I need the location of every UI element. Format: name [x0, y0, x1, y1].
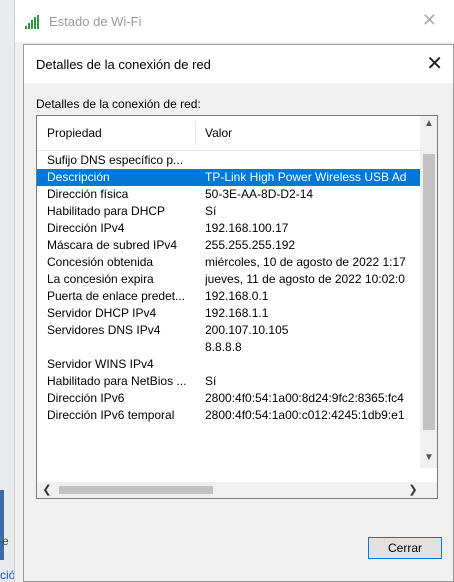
wifi-status-titlebar: Estado de Wi-Fi ✕ [15, 0, 454, 42]
list-rows: Sufijo DNS específico p... Descripción TP… [37, 152, 425, 424]
row-property: Sufijo DNS específico p... [47, 153, 184, 167]
row-property: La concesión expira [47, 272, 154, 286]
row-value: TP-Link High Power Wireless USB Ad [205, 170, 407, 184]
row-property: Dirección IPv6 [47, 391, 125, 405]
dialog-title: Detalles de la conexión de red [36, 57, 211, 72]
row-value: 50-3E-AA-8D-D2-14 [205, 187, 314, 201]
list-row-selected[interactable]: Descripción TP-Link High Power Wireless U… [37, 169, 425, 186]
network-details-dialog: Detalles de la conexión de red ✕ Detalle… [23, 44, 454, 582]
row-property: Servidor WINS IPv4 [47, 357, 154, 371]
list-row[interactable]: Servidor WINS IPv4 [37, 356, 425, 373]
list-row[interactable]: Sufijo DNS específico p... [37, 152, 425, 169]
list-row[interactable]: Dirección IPv6 2800:4f0:54:1a00:8d24:9fc2… [37, 390, 425, 407]
list-row[interactable]: Habilitado para NetBios ... Sí [37, 373, 425, 390]
horizontal-scroll-thumb[interactable] [59, 486, 213, 494]
row-value: 200.107.10.105 [205, 323, 289, 337]
row-value: 192.168.1.1 [205, 306, 269, 320]
column-header-property[interactable]: Propiedad [47, 126, 102, 140]
row-property: Descripción [47, 170, 110, 184]
row-property: Dirección física [47, 187, 129, 201]
background-side-text: e [2, 534, 9, 548]
list-row[interactable]: Servidores DNS IPv4 200.107.10.105 [37, 322, 425, 339]
wifi-status-title: Estado de Wi-Fi [49, 14, 142, 29]
row-property: Dirección IPv4 [47, 221, 125, 235]
chevron-up-icon[interactable]: ▲ [421, 118, 437, 134]
list-row[interactable]: Dirección IPv4 192.168.100.17 [37, 220, 425, 237]
row-property: Dirección IPv6 temporal [47, 408, 175, 422]
list-row[interactable]: Dirección física 50-3E-AA-8D-D2-14 [37, 186, 425, 203]
row-value: 2800:4f0:54:1a00:c012:4245:1db9:e1 [205, 408, 405, 422]
row-property: Concesión obtenida [47, 255, 154, 269]
column-separator[interactable] [195, 121, 196, 145]
dialog-titlebar: Detalles de la conexión de red ✕ [24, 45, 453, 83]
list-row[interactable]: La concesión expira jueves, 11 de agosto … [37, 271, 425, 288]
row-property: Máscara de subred IPv4 [47, 238, 178, 252]
row-property: Puerta de enlace predet... [47, 289, 186, 303]
list-row[interactable]: 8.8.8.8 [37, 339, 425, 356]
close-button[interactable]: Cerrar [368, 537, 442, 559]
row-value: Sí [205, 204, 217, 218]
row-property: Habilitado para NetBios ... [47, 374, 187, 388]
row-value: 192.168.0.1 [205, 289, 269, 303]
chevron-down-icon[interactable]: ▼ [421, 452, 437, 468]
list-row[interactable]: Máscara de subred IPv4 255.255.255.192 [37, 237, 425, 254]
chevron-left-icon[interactable]: ❮ [39, 483, 55, 497]
wifi-signal-icon [25, 15, 39, 29]
vertical-scroll-thumb[interactable] [423, 154, 435, 430]
details-listview[interactable]: Propiedad Valor Sufijo DNS específico p.… [36, 115, 438, 499]
background-window-edge [0, 0, 14, 582]
row-property: Servidores DNS IPv4 [47, 323, 161, 337]
details-section-label: Detalles de la conexión de red: [36, 97, 201, 111]
row-value: 192.168.100.17 [205, 221, 289, 235]
dialog-close-icon[interactable]: ✕ [426, 51, 443, 76]
chevron-right-icon[interactable]: ❯ [405, 483, 421, 497]
list-row[interactable]: Servidor DHCP IPv4 192.168.1.1 [37, 305, 425, 322]
list-row[interactable]: Concesión obtenida miércoles, 10 de agost… [37, 254, 425, 271]
vertical-scrollbar[interactable]: ▲ ▼ [420, 116, 437, 468]
list-header: Propiedad Valor [37, 116, 425, 151]
row-value: 8.8.8.8 [205, 340, 242, 354]
background-accent [0, 490, 4, 560]
row-property: Habilitado para DHCP [47, 204, 166, 218]
row-value: 255.255.255.192 [205, 238, 296, 252]
list-row[interactable]: Dirección IPv6 temporal 2800:4f0:54:1a00:… [37, 407, 425, 424]
list-row[interactable]: Habilitado para DHCP Sí [37, 203, 425, 220]
scrollbar-corner [421, 482, 437, 498]
list-row[interactable]: Puerta de enlace predet... 192.168.0.1 [37, 288, 425, 305]
row-value: Sí [205, 374, 217, 388]
column-header-value[interactable]: Valor [205, 126, 232, 140]
row-value: jueves, 11 de agosto de 2022 10:02:0 [205, 272, 405, 286]
row-value: 2800:4f0:54:1a00:8d24:9fc2:8365:fc4 [205, 391, 404, 405]
row-property: Servidor DHCP IPv4 [47, 306, 157, 320]
row-value: miércoles, 10 de agosto de 2022 1:17 [205, 255, 406, 269]
parent-close-icon[interactable]: ✕ [422, 10, 437, 31]
horizontal-scrollbar[interactable]: ❮ ❯ [37, 482, 423, 498]
